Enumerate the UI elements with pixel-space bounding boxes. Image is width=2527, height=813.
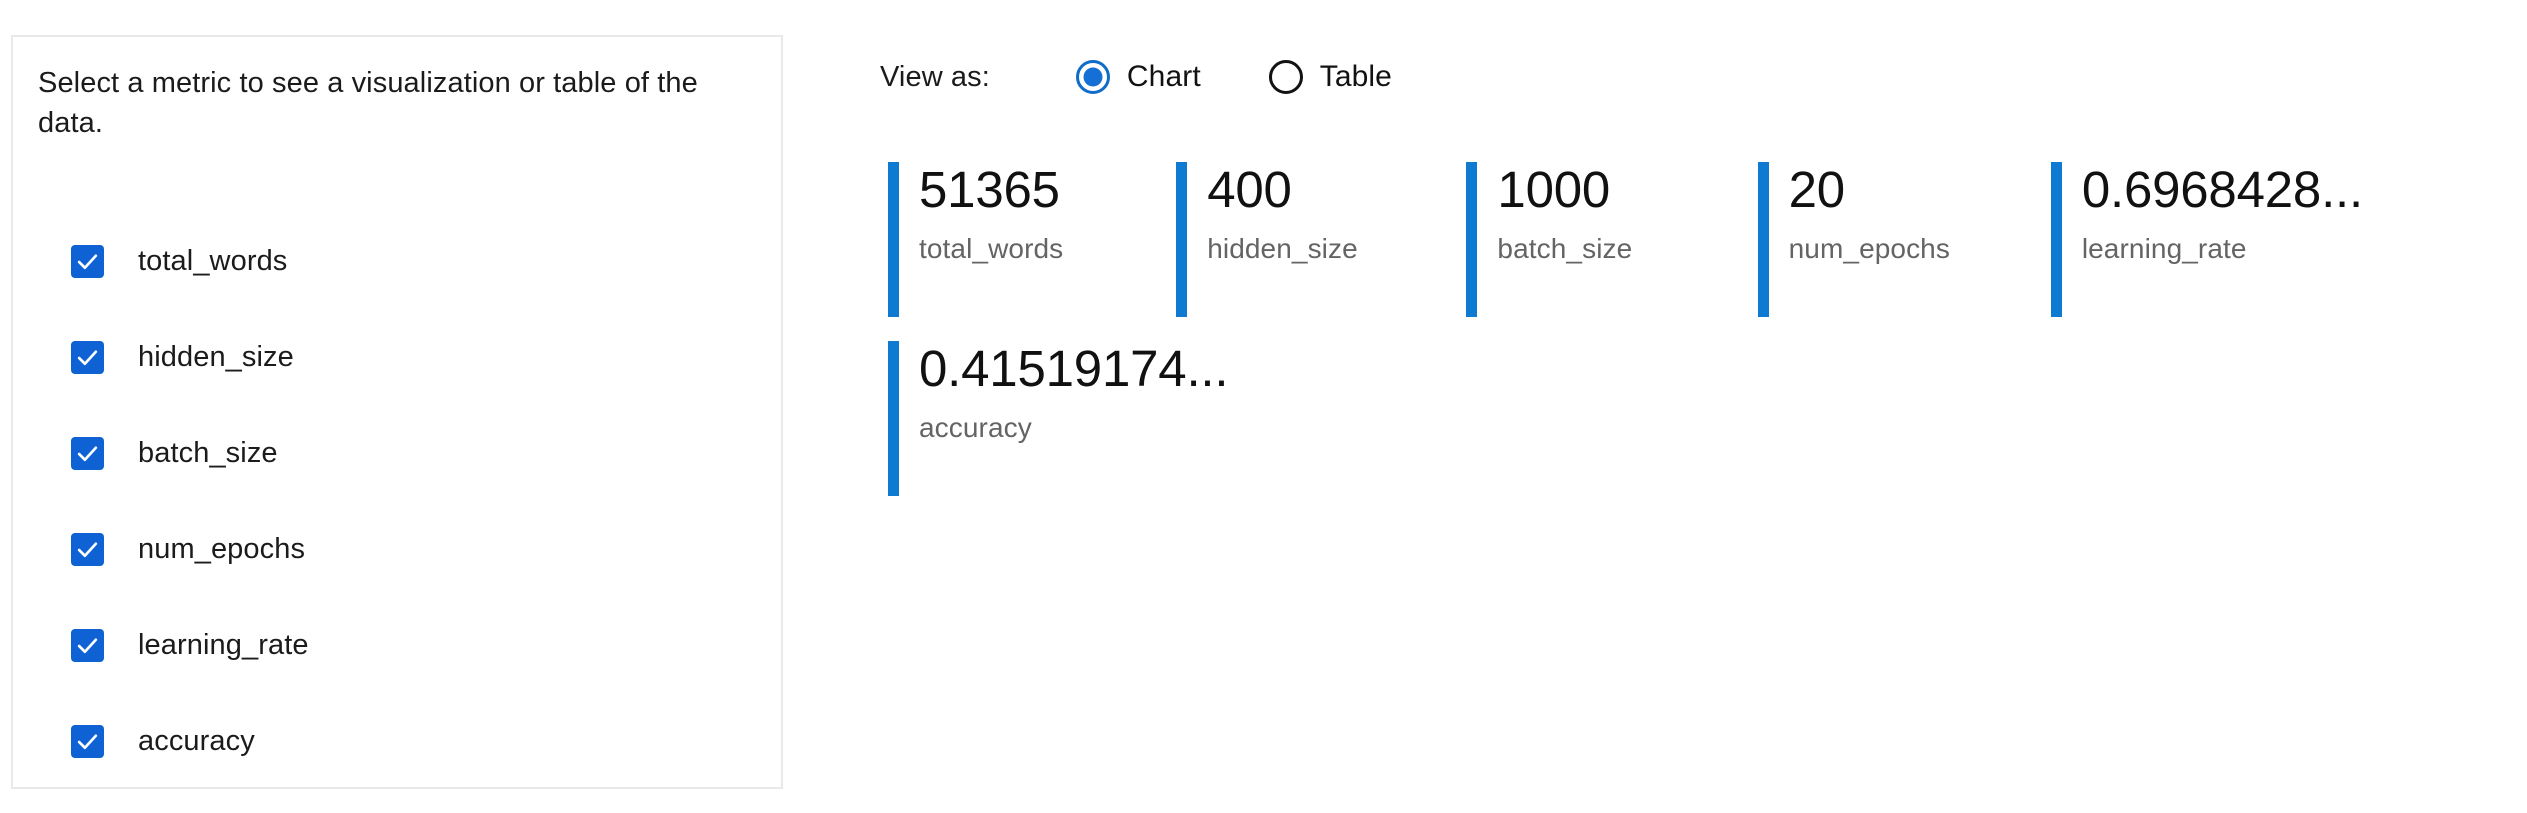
kpi-accent-bar bbox=[1466, 162, 1478, 317]
checkbox-row-accuracy[interactable]: accuracy bbox=[71, 712, 761, 770]
checkbox-checked-icon[interactable] bbox=[71, 340, 104, 374]
checkbox-row-learning_rate[interactable]: learning_rate bbox=[71, 616, 761, 674]
radio-option-chart[interactable]: Chart bbox=[1075, 60, 1201, 94]
checkbox-label: batch_size bbox=[138, 436, 278, 469]
kpi-label: hidden_size bbox=[1207, 233, 1358, 264]
checkbox-checked-icon[interactable] bbox=[71, 532, 104, 566]
kpi-label: batch_size bbox=[1497, 233, 1633, 264]
radio-option-table[interactable]: Table bbox=[1268, 60, 1392, 94]
metric-selection-panel: Select a metric to see a visualization o… bbox=[11, 35, 783, 789]
kpi-card-hidden_size[interactable]: 400 hidden_size bbox=[1176, 162, 1466, 317]
checkbox-label: learning_rate bbox=[138, 628, 309, 661]
kpi-card-learning_rate[interactable]: 0.6968428... learning_rate bbox=[2050, 162, 2508, 317]
kpi-accent-bar bbox=[2050, 162, 2062, 317]
kpi-value: 20 bbox=[1788, 161, 1846, 218]
kpi-card-body: 400 hidden_size bbox=[1187, 162, 1358, 317]
checkbox-label: num_epochs bbox=[138, 532, 306, 565]
checkbox-row-num_epochs[interactable]: num_epochs bbox=[71, 520, 761, 578]
checkbox-row-total_words[interactable]: total_words bbox=[71, 232, 761, 290]
checkbox-checked-icon[interactable] bbox=[71, 244, 104, 278]
kpi-card-body: 0.6968428... learning_rate bbox=[2062, 162, 2363, 317]
radio-selected-icon[interactable] bbox=[1075, 60, 1110, 94]
kpi-value: 1000 bbox=[1497, 161, 1611, 218]
kpi-accent-bar bbox=[888, 162, 899, 317]
radio-label-table: Table bbox=[1319, 60, 1392, 93]
kpi-accent-bar bbox=[1757, 162, 1769, 317]
checkbox-label: total_words bbox=[138, 244, 288, 277]
kpi-card-body: 1000 batch_size bbox=[1477, 162, 1632, 317]
kpi-card-row-1: 51365 total_words 400 hidden_size 1000 b… bbox=[888, 162, 2508, 317]
checkbox-row-batch_size[interactable]: batch_size bbox=[71, 424, 761, 482]
kpi-accent-bar bbox=[1176, 162, 1188, 317]
panel-instruction-text: Select a metric to see a visualization o… bbox=[38, 67, 698, 140]
checkbox-row-hidden_size[interactable]: hidden_size bbox=[71, 328, 761, 386]
view-as-toggle-group: View as: Chart Table bbox=[880, 60, 1392, 94]
kpi-card-body: 0.41519174... accuracy bbox=[899, 340, 1229, 496]
kpi-accent-bar bbox=[888, 341, 899, 496]
kpi-label: num_epochs bbox=[1788, 233, 1950, 264]
kpi-card-batch_size[interactable]: 1000 batch_size bbox=[1466, 162, 1757, 317]
checkbox-label: accuracy bbox=[138, 724, 255, 757]
kpi-card-body: 20 num_epochs bbox=[1769, 162, 1950, 317]
checkbox-checked-icon[interactable] bbox=[71, 436, 104, 470]
radio-dot bbox=[1083, 67, 1103, 87]
kpi-value: 51365 bbox=[919, 161, 1060, 218]
kpi-card-body: 51365 total_words bbox=[899, 162, 1063, 317]
checkbox-label: hidden_size bbox=[138, 340, 294, 373]
checkbox-checked-icon[interactable] bbox=[71, 628, 104, 662]
radio-label-chart: Chart bbox=[1126, 60, 1201, 93]
metric-checkbox-list: total_words hidden_size batch_size num_e… bbox=[71, 232, 761, 770]
kpi-label: accuracy bbox=[919, 412, 1032, 443]
checkbox-checked-icon[interactable] bbox=[71, 724, 104, 758]
kpi-card-row-2: 0.41519174... accuracy bbox=[888, 341, 2508, 496]
kpi-card-total_words[interactable]: 51365 total_words bbox=[888, 162, 1176, 317]
kpi-value: 400 bbox=[1207, 161, 1292, 218]
kpi-label: total_words bbox=[919, 233, 1064, 264]
kpi-value: 0.6968428... bbox=[2081, 161, 2364, 218]
kpi-card-accuracy[interactable]: 0.41519174... accuracy bbox=[888, 341, 1348, 496]
kpi-card-num_epochs[interactable]: 20 num_epochs bbox=[1757, 162, 2051, 317]
kpi-card-area: 51365 total_words 400 hidden_size 1000 b… bbox=[888, 162, 2508, 496]
kpi-value: 0.41519174... bbox=[919, 340, 1229, 397]
view-as-label: View as: bbox=[880, 60, 990, 93]
radio-unselected-icon[interactable] bbox=[1268, 60, 1303, 94]
kpi-label: learning_rate bbox=[2081, 233, 2247, 264]
